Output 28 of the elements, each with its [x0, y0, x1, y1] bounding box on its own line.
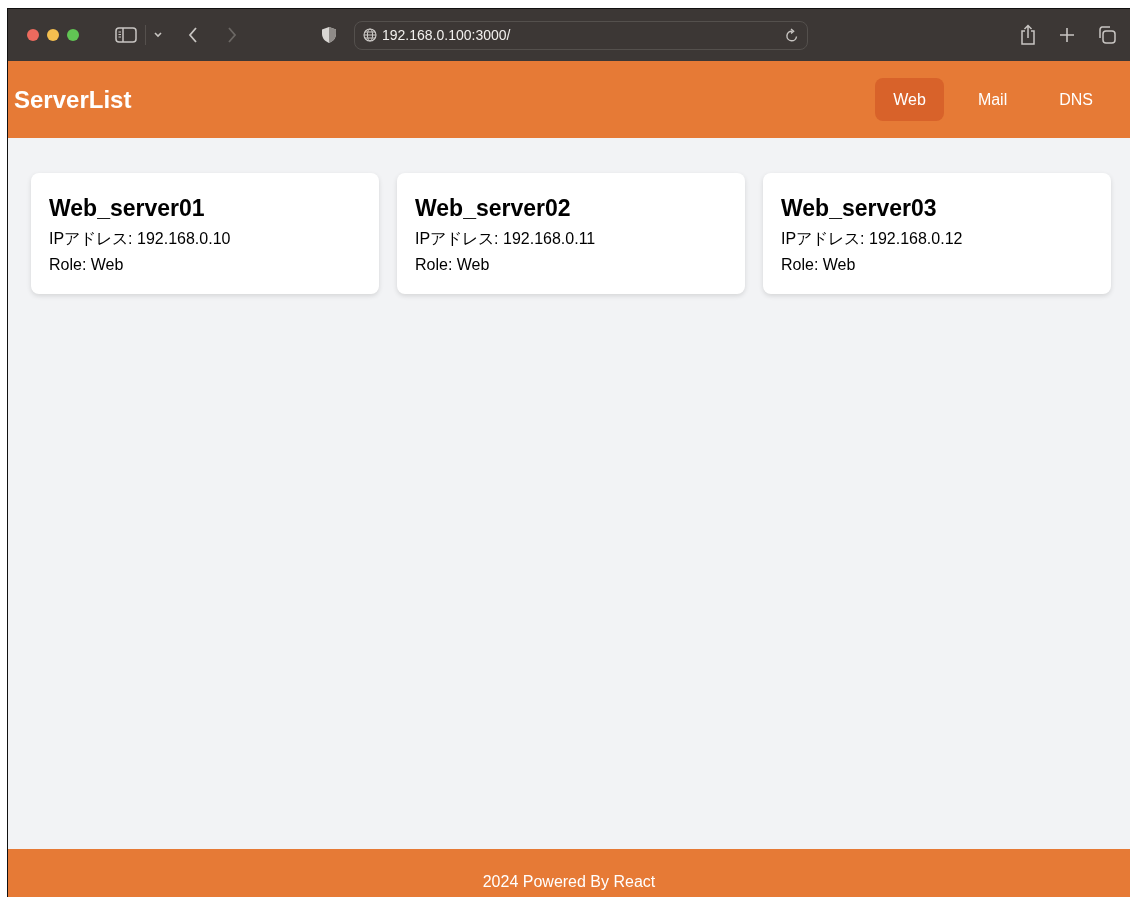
back-icon[interactable]: [187, 26, 199, 44]
nav-tab[interactable]: Web: [875, 78, 944, 121]
nav-tab[interactable]: Mail: [959, 78, 1026, 121]
share-icon[interactable]: [1019, 24, 1037, 46]
url-text: 192.168.0.100:3000/: [382, 27, 512, 43]
plus-icon[interactable]: [1059, 27, 1075, 43]
sidebar-icon[interactable]: [115, 27, 137, 43]
chevron-down-icon[interactable]: [153, 31, 163, 39]
minimize-icon[interactable]: [47, 29, 59, 41]
app-title: ServerList: [14, 85, 132, 114]
tabs-icon[interactable]: [1097, 25, 1117, 45]
ip-address: IPアドレス: 192.168.0.12: [781, 229, 964, 249]
shield-icon[interactable]: [321, 26, 337, 44]
ip-address: IPアドレス: 192.168.0.11: [415, 229, 597, 249]
server-name: Web_server03: [781, 195, 938, 222]
server-role: Role: Web: [781, 255, 857, 275]
globe-icon: [363, 28, 377, 42]
server-name: Web_server02: [415, 195, 572, 222]
zoom-icon[interactable]: [67, 29, 79, 41]
address-bar[interactable]: 192.168.0.100:3000/: [354, 20, 808, 50]
server-role: Role: Web: [49, 255, 125, 275]
nav-tab[interactable]: DNS: [1041, 78, 1111, 121]
ip-address: IPアドレス: 192.168.0.10: [49, 229, 232, 249]
server-role: Role: Web: [415, 255, 491, 275]
reload-icon[interactable]: [785, 27, 799, 43]
footer-text: 2024 Powered By React: [482, 873, 656, 891]
server-name: Web_server01: [49, 195, 206, 222]
close-icon[interactable]: [27, 29, 39, 41]
